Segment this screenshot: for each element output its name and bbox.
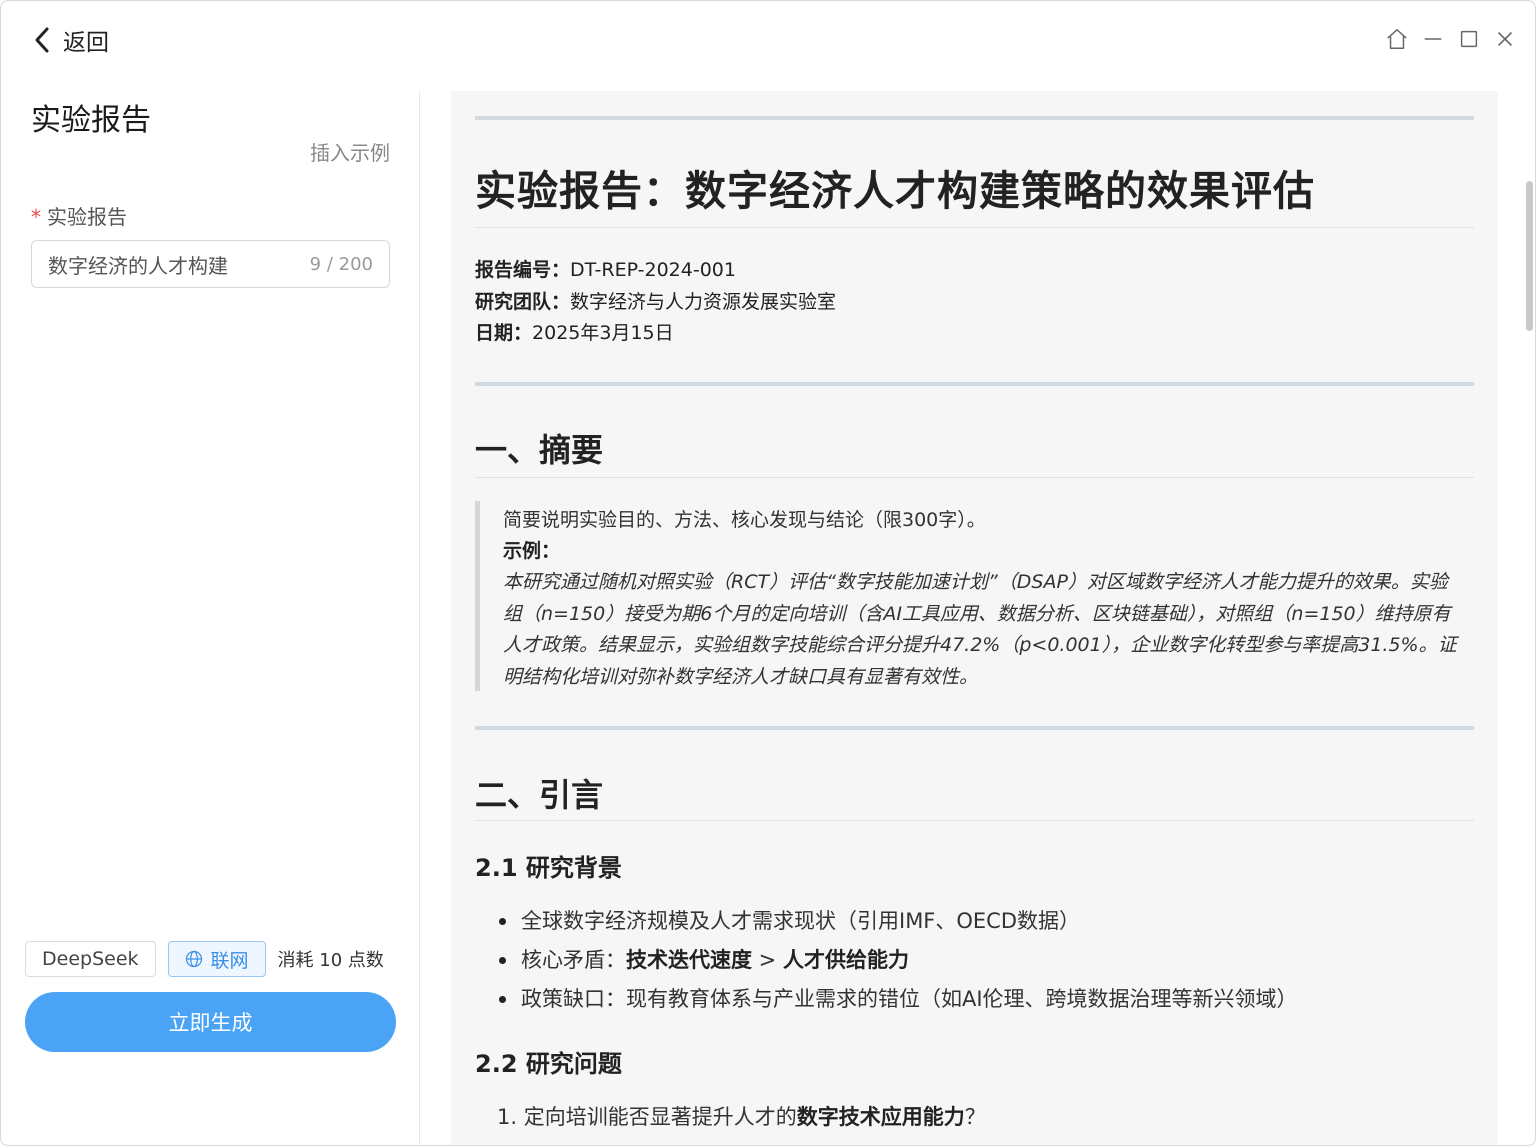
list-item: 核心矛盾：技术迭代速度 > 人才供给能力	[499, 941, 1298, 980]
minimize-button[interactable]	[1421, 23, 1445, 55]
home-icon	[1387, 29, 1407, 49]
back-label: 返回	[63, 30, 109, 56]
subsection-background-title: 2.1 研究背景	[475, 854, 622, 882]
section-intro-title: 二、引言	[475, 776, 604, 814]
home-button[interactable]	[1385, 23, 1409, 55]
section-abstract-title: 一、摘要	[475, 431, 604, 469]
insert-example-link[interactable]: 插入示例	[310, 137, 390, 166]
generate-button[interactable]: 立即生成	[25, 992, 396, 1052]
list-item-text: >	[752, 948, 783, 972]
meta-date: 日期：2025年3月15日	[475, 318, 674, 345]
panel-divider	[419, 91, 420, 1145]
list-item-bold: 技术迭代速度	[626, 948, 752, 972]
quote-example-text: 本研究通过随机对照实验（RCT）评估“数字技能加速计划”（DSAP）对区域数字经…	[503, 571, 1457, 688]
close-button[interactable]	[1493, 23, 1517, 55]
meta-value: 2025年3月15日	[532, 322, 674, 344]
meta-key: 研究团队	[475, 291, 552, 313]
meta-separator: ：	[551, 291, 571, 313]
web-search-label: 联网	[210, 949, 249, 972]
cost-text: 消耗 10 点数	[277, 950, 384, 971]
document-title: 实验报告：数字经济人才构建策略的效果评估	[475, 167, 1315, 215]
abstract-blockquote: 简要说明实验目的、方法、核心发现与结论（限300字）。 示例： 本研究通过随机对…	[475, 501, 1465, 691]
meta-separator: ：	[551, 259, 571, 281]
quote-example-label: 示例：	[503, 540, 561, 562]
field-label-text: 实验报告	[47, 205, 127, 229]
top-bar: 返回	[1, 1, 1535, 81]
subsection-questions-title: 2.2 研究问题	[475, 1050, 622, 1078]
close-icon	[1497, 31, 1513, 47]
divider	[475, 382, 1474, 386]
list-item-bold: 数字技术应用能力	[796, 1105, 965, 1129]
divider	[475, 726, 1474, 730]
meta-key: 报告编号	[475, 259, 552, 281]
globe-icon	[185, 950, 202, 968]
maximize-button[interactable]	[1457, 23, 1481, 55]
chevron-left-icon	[35, 27, 49, 53]
questions-list: 1. 定向培训能否显著提升人才的数字技术应用能力？	[497, 1101, 986, 1131]
list-item-text: 核心矛盾：	[521, 948, 626, 972]
meta-team: 研究团队：数字经济与人力资源发展实验室	[475, 287, 836, 314]
scrollbar-thumb[interactable]	[1526, 181, 1533, 331]
web-search-toggle[interactable]: 联网	[167, 941, 266, 977]
list-item-bold: 人才供给能力	[782, 948, 909, 972]
list-item: 全球数字经济规模及人才需求现状（引用IMF、OECD数据）	[499, 902, 1298, 941]
input-value: 数字经济的人才构建	[48, 253, 228, 278]
divider	[475, 477, 1474, 478]
meta-report-id: 报告编号：DT-REP-2024-001	[475, 255, 736, 282]
quote-instruction: 简要说明实验目的、方法、核心发现与结论（限300字）。	[503, 509, 986, 531]
report-topic-input[interactable]: 数字经济的人才构建 9 / 200	[31, 240, 390, 288]
list-item-text: ？	[964, 1105, 986, 1129]
list-item: 政策缺口：现有教育体系与产业需求的错位（如AI伦理、跨境数据治理等新兴领域）	[499, 980, 1298, 1019]
model-select-button[interactable]: DeepSeek	[25, 941, 156, 977]
divider	[475, 116, 1474, 120]
meta-value: 数字经济与人力资源发展实验室	[570, 291, 837, 313]
field-label: * 实验报告	[31, 201, 127, 230]
required-mark: *	[31, 205, 41, 229]
list-item-text: 1. 定向培训能否显著提升人才的	[497, 1105, 797, 1129]
left-panel: 实验报告 插入示例 * 实验报告 数字经济的人才构建 9 / 200	[1, 81, 421, 1145]
divider	[475, 227, 1474, 228]
meta-separator: ：	[513, 322, 533, 344]
options-row: DeepSeek 联网 消耗 10 点数	[25, 941, 384, 977]
document-preview[interactable]: 实验报告：数字经济人才构建策略的效果评估 报告编号：DT-REP-2024-00…	[451, 91, 1498, 1145]
background-list: 全球数字经济规模及人才需求现状（引用IMF、OECD数据） 核心矛盾：技术迭代速…	[499, 902, 1298, 1019]
meta-key: 日期	[475, 322, 514, 344]
window-controls	[1385, 23, 1517, 55]
divider	[475, 820, 1474, 821]
panel-title: 实验报告	[31, 103, 151, 138]
char-counter: 9 / 200	[309, 253, 373, 275]
app-window: 返回 实验报告 插入示例 * 实验报告 数字经济的人才构建 9 / 200 De…	[0, 0, 1536, 1146]
maximize-icon	[1460, 30, 1478, 48]
minimize-icon	[1424, 38, 1442, 40]
meta-value: DT-REP-2024-001	[570, 259, 736, 281]
back-button[interactable]: 返回	[31, 23, 109, 57]
